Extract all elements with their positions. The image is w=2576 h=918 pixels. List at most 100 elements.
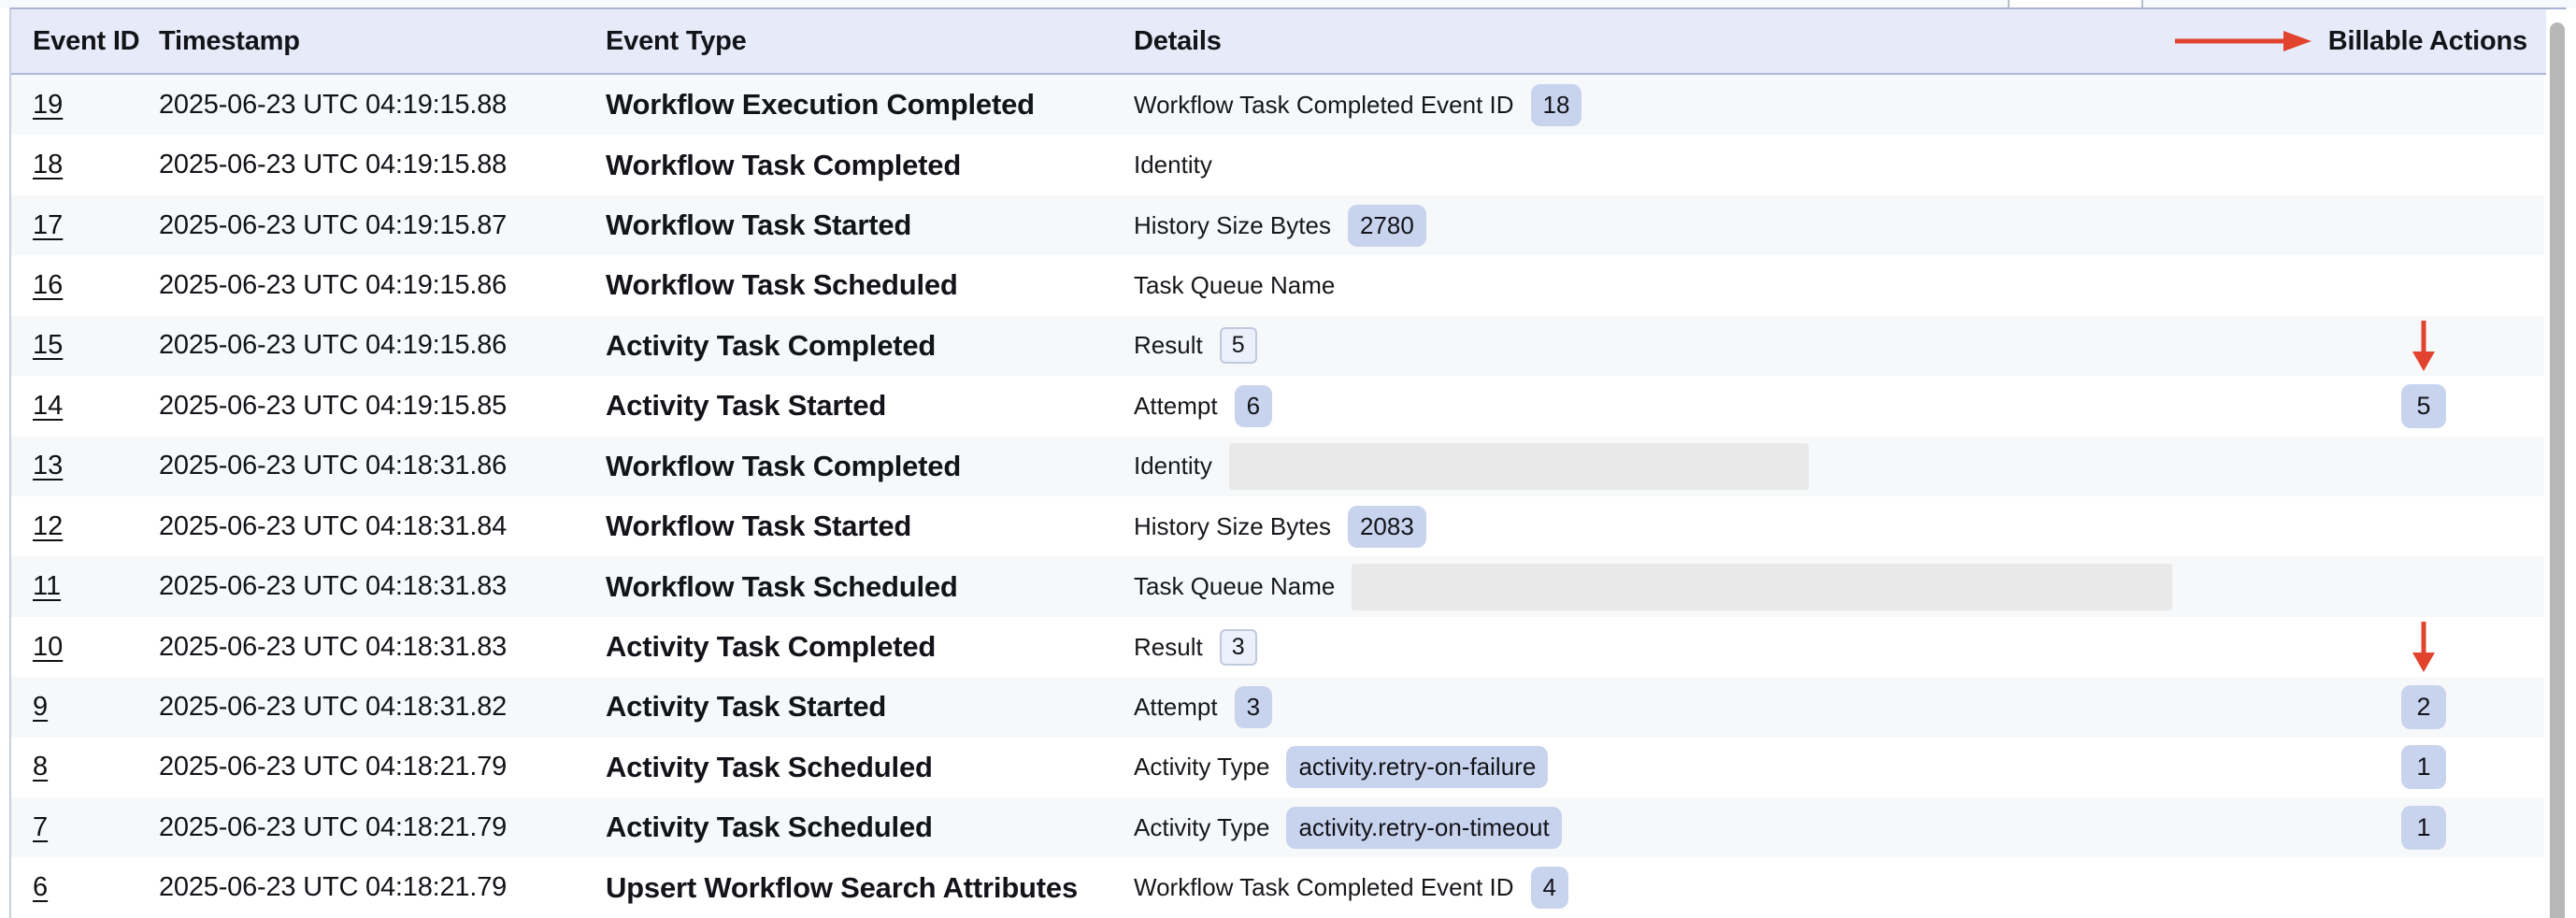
table-row[interactable]: 12 2025-06-23 UTC 04:18:31.84 Workflow T… xyxy=(11,496,2544,556)
event-type-cell: Activity Task Started xyxy=(584,690,1112,724)
table-row[interactable]: 14 2025-06-23 UTC 04:19:15.85 Activity T… xyxy=(11,376,2544,436)
billable-count-chip: 2 xyxy=(2401,685,2446,729)
timestamp-cell: 2025-06-23 UTC 04:18:31.84 xyxy=(137,511,584,542)
event-type-cell: Workflow Task Started xyxy=(584,509,1112,543)
details-cell: Task Queue Name xyxy=(1112,271,2301,300)
event-type-cell: Activity Task Started xyxy=(584,389,1112,423)
billable-count-chip: 1 xyxy=(2401,745,2446,789)
event-id-link[interactable]: 9 xyxy=(33,692,48,722)
annotation-right-arrow-icon xyxy=(2173,28,2313,54)
details-cell: Activity Type activity.retry-on-failure xyxy=(1112,746,2301,788)
table-row[interactable]: 8 2025-06-23 UTC 04:18:21.79 Activity Ta… xyxy=(11,738,2544,797)
column-header-details: Details xyxy=(1112,26,2301,57)
detail-label: Activity Type xyxy=(1134,753,1269,782)
detail-label: Task Queue Name xyxy=(1134,271,1335,300)
event-id-link[interactable]: 16 xyxy=(33,270,63,300)
detail-value-chip: 2083 xyxy=(1348,506,1426,548)
event-type-cell: Workflow Task Started xyxy=(584,208,1112,242)
billable-cell xyxy=(2301,319,2546,373)
table-row[interactable]: 19 2025-06-23 UTC 04:19:15.88 Workflow E… xyxy=(11,75,2544,135)
table-row[interactable]: 17 2025-06-23 UTC 04:19:15.87 Workflow T… xyxy=(11,195,2544,255)
details-cell: Identity xyxy=(1112,443,2301,490)
event-type-cell: Workflow Task Scheduled xyxy=(584,268,1112,302)
timestamp-cell: 2025-06-23 UTC 04:19:15.85 xyxy=(137,391,584,422)
details-cell: Attempt 6 xyxy=(1112,385,2301,427)
event-id-link[interactable]: 13 xyxy=(33,451,63,481)
event-type-cell: Activity Task Scheduled xyxy=(584,751,1112,784)
event-type-cell: Activity Task Completed xyxy=(584,329,1112,363)
event-id-link[interactable]: 17 xyxy=(33,210,63,240)
details-cell: Task Queue Name xyxy=(1112,564,2301,610)
detail-value-chip: 5 xyxy=(1220,327,1257,364)
detail-label: Identity xyxy=(1134,452,1212,481)
detail-value-chip: 18 xyxy=(1531,84,1582,126)
details-cell: History Size Bytes 2083 xyxy=(1112,506,2301,548)
column-header-billable-actions: Billable Actions xyxy=(2301,26,2565,57)
details-cell: Result 3 xyxy=(1112,629,2301,666)
column-header-timestamp: Timestamp xyxy=(137,26,584,57)
detail-label: Workflow Task Completed Event ID xyxy=(1134,873,1514,902)
detail-value-chip: 3 xyxy=(1235,686,1272,728)
detail-label: Identity xyxy=(1134,151,1212,179)
event-type-cell: Workflow Task Scheduled xyxy=(584,570,1112,604)
event-id-link[interactable]: 18 xyxy=(33,150,63,179)
table-row[interactable]: 10 2025-06-23 UTC 04:18:31.83 Activity T… xyxy=(11,617,2544,677)
billable-count-chip: 5 xyxy=(2401,384,2446,428)
table-row[interactable]: 18 2025-06-23 UTC 04:19:15.88 Workflow T… xyxy=(11,135,2544,194)
event-id-link[interactable]: 11 xyxy=(33,571,61,601)
event-id-link[interactable]: 12 xyxy=(33,511,63,541)
timestamp-cell: 2025-06-23 UTC 04:19:15.87 xyxy=(137,210,584,241)
event-id-link[interactable]: 19 xyxy=(33,90,63,120)
table-row[interactable]: 16 2025-06-23 UTC 04:19:15.86 Workflow T… xyxy=(11,255,2544,315)
event-type-cell: Upsert Workflow Search Attributes xyxy=(584,871,1112,905)
detail-value-chip: 4 xyxy=(1531,867,1568,909)
cropped-control-edge xyxy=(2008,0,2143,7)
billable-cell: 2 xyxy=(2301,685,2546,729)
event-type-cell: Activity Task Scheduled xyxy=(584,810,1112,844)
annotation-down-arrow-icon xyxy=(2410,620,2438,674)
event-history-page: Event ID Timestamp Event Type Details Bi… xyxy=(0,0,2576,918)
event-history-table: Event ID Timestamp Event Type Details Bi… xyxy=(9,7,2567,918)
event-id-link[interactable]: 8 xyxy=(33,752,48,782)
details-cell: Result 5 xyxy=(1112,327,2301,364)
event-id-link[interactable]: 15 xyxy=(33,330,63,360)
detail-value-chip: 3 xyxy=(1220,629,1257,666)
table-row[interactable]: 13 2025-06-23 UTC 04:18:31.86 Workflow T… xyxy=(11,437,2544,496)
billable-cell: 1 xyxy=(2301,745,2546,789)
detail-value-chip: activity.retry-on-timeout xyxy=(1286,807,1561,849)
event-id-link[interactable]: 14 xyxy=(33,391,63,421)
timestamp-cell: 2025-06-23 UTC 04:18:21.79 xyxy=(137,752,584,782)
detail-label: Workflow Task Completed Event ID xyxy=(1134,91,1514,120)
timestamp-cell: 2025-06-23 UTC 04:19:15.86 xyxy=(137,270,584,301)
table-header-row: Event ID Timestamp Event Type Details Bi… xyxy=(11,9,2565,75)
detail-label: Result xyxy=(1134,331,1203,360)
timestamp-cell: 2025-06-23 UTC 04:18:21.79 xyxy=(137,872,584,903)
detail-value-chip: activity.retry-on-failure xyxy=(1286,746,1548,788)
details-cell: History Size Bytes 2780 xyxy=(1112,205,2301,247)
details-cell: Attempt 3 xyxy=(1112,686,2301,728)
table-row[interactable]: 7 2025-06-23 UTC 04:18:21.79 Activity Ta… xyxy=(11,797,2544,857)
column-header-event-type: Event Type xyxy=(584,26,1112,57)
detail-label: History Size Bytes xyxy=(1134,512,1331,541)
detail-label: Task Queue Name xyxy=(1134,572,1335,601)
detail-label: Attempt xyxy=(1134,693,1218,722)
column-header-event-id: Event ID xyxy=(11,26,137,57)
billable-count-chip: 1 xyxy=(2401,806,2446,850)
redacted-value-block xyxy=(1352,564,2172,610)
billable-cell: 1 xyxy=(2301,806,2546,850)
event-id-link[interactable]: 10 xyxy=(33,632,63,662)
table-row[interactable]: 11 2025-06-23 UTC 04:18:31.83 Workflow T… xyxy=(11,556,2544,616)
timestamp-cell: 2025-06-23 UTC 04:18:31.86 xyxy=(137,451,584,481)
scrollbar-thumb[interactable] xyxy=(2550,22,2565,918)
event-id-link[interactable]: 7 xyxy=(33,812,48,842)
detail-value-chip: 2780 xyxy=(1348,205,1426,247)
timestamp-cell: 2025-06-23 UTC 04:18:21.79 xyxy=(137,812,584,843)
table-row[interactable]: 15 2025-06-23 UTC 04:19:15.86 Activity T… xyxy=(11,316,2544,376)
billable-cell: 5 xyxy=(2301,384,2546,428)
timestamp-cell: 2025-06-23 UTC 04:18:31.83 xyxy=(137,571,584,602)
event-id-link[interactable]: 6 xyxy=(33,872,48,902)
event-type-cell: Workflow Task Completed xyxy=(584,450,1112,483)
table-row[interactable]: 9 2025-06-23 UTC 04:18:31.82 Activity Ta… xyxy=(11,677,2544,737)
table-row[interactable]: 6 2025-06-23 UTC 04:18:21.79 Upsert Work… xyxy=(11,857,2544,917)
timestamp-cell: 2025-06-23 UTC 04:19:15.86 xyxy=(137,330,584,361)
